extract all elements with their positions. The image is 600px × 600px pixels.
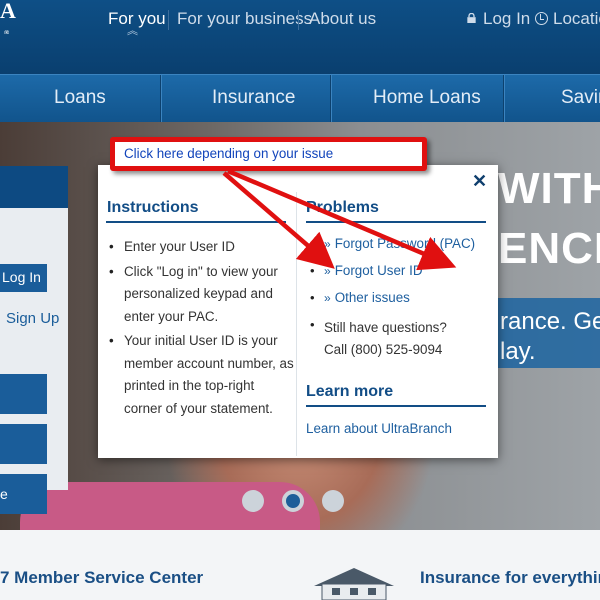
problems-underline	[306, 221, 486, 223]
forgot-password-link[interactable]: » Forgot Password (PAC)	[324, 236, 475, 251]
login-link[interactable]: Log In	[483, 9, 530, 29]
close-icon[interactable]: ✕	[472, 171, 487, 192]
instructions-heading: Instructions	[107, 199, 199, 216]
instruction-item: Your initial User ID is your member acco…	[108, 330, 294, 420]
learn-more-heading: Learn more	[306, 383, 394, 400]
member-service-heading[interactable]: 7 Member Service Center	[0, 568, 203, 588]
bullet: •	[310, 317, 315, 332]
instruction-item: Click "Log in" to view your personalized…	[108, 261, 294, 329]
nav-about-us[interactable]: About us	[309, 9, 376, 29]
forgot-password-label: Forgot Password (PAC)	[334, 236, 476, 251]
learn-more-underline	[306, 405, 486, 407]
main-nav-insurance[interactable]: Insurance	[212, 87, 295, 109]
double-chevron-up-icon: ︽	[127, 25, 138, 37]
login-card-header	[0, 166, 68, 208]
login-button[interactable]: Log In	[0, 264, 47, 292]
learn-ultrabranch-link[interactable]: Learn about UltraBranch	[306, 421, 452, 436]
login-card: Log In Sign Up e	[0, 166, 68, 514]
instruction-item: Enter your User ID	[108, 236, 294, 259]
bullet: •	[310, 236, 315, 251]
main-nav-home-loans[interactable]: Home Loans	[373, 87, 481, 109]
forgot-user-id-label: Forgot User ID	[334, 263, 423, 278]
clock-icon	[535, 12, 548, 25]
nav-divider	[160, 75, 161, 123]
still-questions-text: Still have questions?	[324, 320, 447, 335]
main-nav-loans[interactable]: Loans	[54, 87, 106, 109]
carousel-dot-active[interactable]	[282, 490, 304, 512]
brand-logo[interactable]: A ®	[0, 0, 20, 34]
nav-for-your-business[interactable]: For your business	[177, 9, 312, 29]
main-nav-savings[interactable]: Savin	[561, 87, 600, 109]
house-icon	[314, 568, 394, 600]
double-chevron-right-icon: »	[324, 237, 331, 251]
problems-heading: Problems	[306, 199, 379, 216]
bullet: •	[310, 263, 315, 278]
side-tile[interactable]: e	[0, 474, 47, 514]
hero-headline-1: WITH	[498, 164, 600, 213]
nav-divider	[503, 75, 504, 123]
main-nav: Loans Insurance Home Loans Savin	[0, 74, 600, 123]
bullet: •	[310, 290, 315, 305]
side-tile[interactable]	[0, 424, 47, 464]
signup-link[interactable]: Sign Up	[6, 310, 59, 327]
nav-divider	[330, 75, 331, 123]
hero-headline-2: ENCE	[498, 224, 600, 273]
logo-letter: A	[0, 0, 16, 23]
column-divider	[296, 192, 297, 456]
lock-icon	[467, 13, 476, 23]
side-tile[interactable]	[0, 374, 47, 414]
annotation-text: Click here depending on your issue	[124, 146, 334, 161]
double-chevron-right-icon: »	[324, 291, 331, 305]
support-phone-text: Call (800) 525-9094	[324, 342, 443, 357]
support-contact: Still have questions? Call (800) 525-909…	[324, 317, 447, 361]
instructions-underline	[106, 221, 286, 223]
double-chevron-right-icon: »	[324, 264, 331, 278]
other-issues-link[interactable]: » Other issues	[324, 290, 410, 305]
carousel-dot[interactable]	[242, 490, 264, 512]
forgot-user-id-link[interactable]: » Forgot User ID	[324, 263, 423, 278]
nav-separator	[168, 10, 169, 30]
instructions-list: Enter your User ID Click "Log in" to vie…	[108, 236, 294, 422]
logo-registered-mark: ®	[4, 29, 10, 34]
top-header: A ® For you ︽ For your business About us…	[0, 0, 600, 74]
footer-strip	[0, 530, 600, 600]
insurance-heading[interactable]: Insurance for everything	[420, 568, 600, 588]
other-issues-label: Other issues	[334, 290, 410, 305]
carousel-dot[interactable]	[322, 490, 344, 512]
hero-promo-line-2: lay.	[500, 338, 536, 365]
locations-link[interactable]: Locatio	[553, 9, 600, 29]
hero-promo-line-1: rance. Get	[500, 308, 600, 335]
nav-separator	[298, 10, 299, 30]
